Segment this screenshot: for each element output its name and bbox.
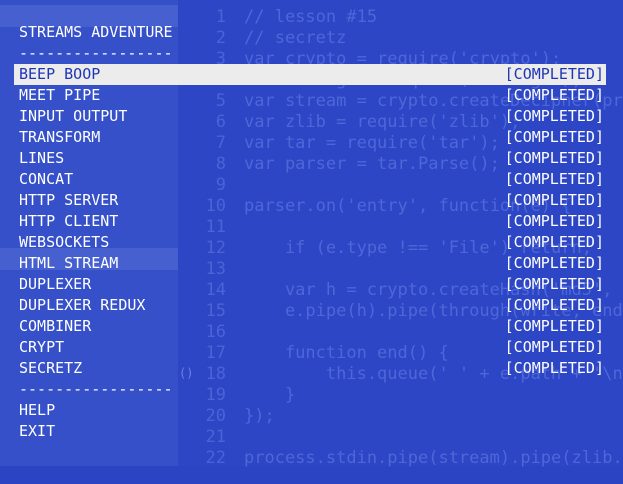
status-badge: [COMPLETED] [504, 317, 604, 335]
menu-item-websockets[interactable]: WEBSOCKETS [COMPLETED] [14, 232, 606, 253]
menu-item-secretz[interactable]: SECRETZ [COMPLETED] [14, 358, 606, 379]
status-badge: [COMPLETED] [504, 128, 604, 146]
menu-item-html-stream[interactable]: HTML STREAM [COMPLETED] [14, 253, 606, 274]
status-badge: [COMPLETED] [504, 170, 604, 188]
menu-item-combiner[interactable]: COMBINER [COMPLETED] [14, 316, 606, 337]
menu-item-beep-boop[interactable]: BEEP BOOP [COMPLETED] [14, 64, 606, 85]
menu-item-concat[interactable]: CONCAT [COMPLETED] [14, 169, 606, 190]
menu-separator-bottom: ----------------- [19, 380, 173, 398]
menu-item-label: HTTP CLIENT [19, 212, 119, 230]
menu-item-exit[interactable]: EXIT [14, 421, 606, 442]
menu-item-label: CRYPT [19, 338, 65, 356]
menu-item-label: CONCAT [19, 170, 74, 188]
menu-item-label: INPUT OUTPUT [19, 107, 128, 125]
status-badge: [COMPLETED] [504, 86, 604, 104]
status-badge: [COMPLETED] [504, 359, 604, 377]
menu-item-http-client[interactable]: HTTP CLIENT [COMPLETED] [14, 211, 606, 232]
menu-item-label: TRANSFORM [19, 128, 101, 146]
menu-item-label: LINES [19, 149, 65, 167]
status-badge: [COMPLETED] [504, 65, 604, 83]
status-badge: [COMPLETED] [504, 191, 604, 209]
status-badge: [COMPLETED] [504, 233, 604, 251]
menu-item-label: DUPLEXER REDUX [19, 296, 146, 314]
menu-item-label: HTML STREAM [19, 254, 119, 272]
status-badge: [COMPLETED] [504, 254, 604, 272]
streams-adventure-menu: STREAMS ADVENTURE ----------------- BEEP… [0, 0, 623, 466]
menu-item-label: HTTP SERVER [19, 191, 119, 209]
menu-item-input-output[interactable]: INPUT OUTPUT [COMPLETED] [14, 106, 606, 127]
menu-item-crypt[interactable]: CRYPT [COMPLETED] [14, 337, 606, 358]
menu-item-transform[interactable]: TRANSFORM [COMPLETED] [14, 127, 606, 148]
status-badge: [COMPLETED] [504, 149, 604, 167]
menu-item-label: SECRETZ [19, 359, 83, 377]
menu-item-label: EXIT [19, 422, 56, 440]
status-badge: [COMPLETED] [504, 212, 604, 230]
menu-title: STREAMS ADVENTURE [19, 23, 173, 41]
menu-item-lines[interactable]: LINES [COMPLETED] [14, 148, 606, 169]
status-badge: [COMPLETED] [504, 338, 604, 356]
menu-item-help[interactable]: HELP [14, 400, 606, 421]
status-badge: [COMPLETED] [504, 275, 604, 293]
menu-item-label: BEEP BOOP [19, 65, 101, 83]
menu-item-label: DUPLEXER [19, 275, 92, 293]
menu-separator: ----------------- [19, 44, 173, 62]
menu-item-duplexer[interactable]: DUPLEXER [COMPLETED] [14, 274, 606, 295]
menu-item-duplexer-redux[interactable]: DUPLEXER REDUX [COMPLETED] [14, 295, 606, 316]
status-badge: [COMPLETED] [504, 107, 604, 125]
menu-item-label: MEET PIPE [19, 86, 101, 104]
status-badge: [COMPLETED] [504, 296, 604, 314]
menu-item-meet-pipe[interactable]: MEET PIPE [COMPLETED] [14, 85, 606, 106]
menu-item-label: HELP [19, 401, 56, 419]
menu-item-http-server[interactable]: HTTP SERVER [COMPLETED] [14, 190, 606, 211]
menu-item-label: WEBSOCKETS [19, 233, 110, 251]
menu-item-label: COMBINER [19, 317, 92, 335]
